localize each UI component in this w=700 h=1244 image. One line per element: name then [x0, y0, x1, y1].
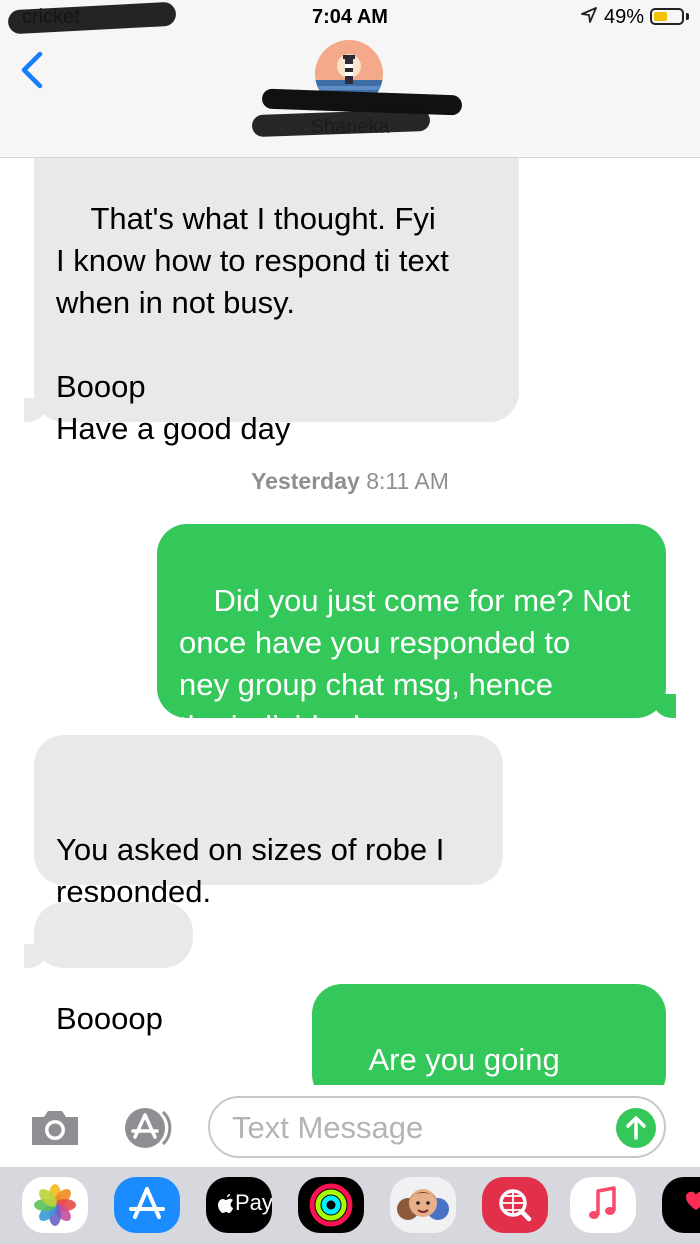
message-bubble-received[interactable]: Boooop [34, 902, 193, 1036]
battery-icon [650, 8, 684, 25]
bubble-tail [24, 944, 48, 968]
memoji-icon[interactable] [390, 1177, 456, 1233]
compose-bar: Text Message [0, 1085, 700, 1167]
photos-icon[interactable] [22, 1177, 88, 1233]
conversation-timestamp: Yesterday 8:11 AM [0, 468, 700, 495]
message-text: Did you just come for me? Not once have … [179, 583, 631, 744]
arrow-up-icon [626, 1116, 646, 1140]
apple-pay-icon[interactable]: Pay [206, 1177, 272, 1233]
bubble-tail [652, 694, 676, 718]
message-text: You asked on sizes of robe I responded. [56, 832, 445, 909]
digital-touch-icon[interactable] [662, 1177, 700, 1233]
battery-level [654, 12, 667, 21]
back-chevron-icon[interactable] [18, 50, 48, 90]
message-bubble-received[interactable]: That's what I thought. Fyi I know how to… [34, 130, 519, 446]
activity-icon[interactable] [298, 1177, 364, 1233]
location-arrow-icon [581, 7, 597, 28]
timestamp-day: Yesterday [251, 468, 360, 494]
message-bubble-received[interactable]: You asked on sizes of robe I responded. [34, 735, 503, 909]
web-search-icon[interactable] [482, 1177, 548, 1233]
message-text: Boooop [56, 1001, 163, 1036]
battery-percent: 49% [604, 6, 645, 28]
app-store-icon[interactable] [114, 1177, 180, 1233]
imessage-app-drawer: Pay [0, 1167, 700, 1244]
status-bar: cricket 7:04 AM 49% [0, 0, 700, 36]
conversation-header: cricket 7:04 AM 49% Shaneka [0, 0, 700, 158]
apple-pay-label: Pay [235, 1190, 272, 1215]
timestamp-time: 8:11 AM [366, 468, 449, 494]
battery-nub [686, 13, 689, 20]
message-text: That's what I thought. Fyi I know how to… [56, 201, 449, 446]
message-bubble-sent[interactable]: Did you just come for me? Not once have … [157, 524, 666, 744]
camera-icon[interactable] [28, 1107, 82, 1149]
bubble-tail [24, 398, 48, 422]
message-input[interactable]: Text Message [208, 1096, 666, 1158]
app-store-drawer-icon[interactable] [118, 1103, 178, 1153]
message-input-placeholder: Text Message [232, 1110, 424, 1145]
music-icon[interactable] [570, 1177, 636, 1233]
send-button[interactable] [616, 1108, 656, 1148]
